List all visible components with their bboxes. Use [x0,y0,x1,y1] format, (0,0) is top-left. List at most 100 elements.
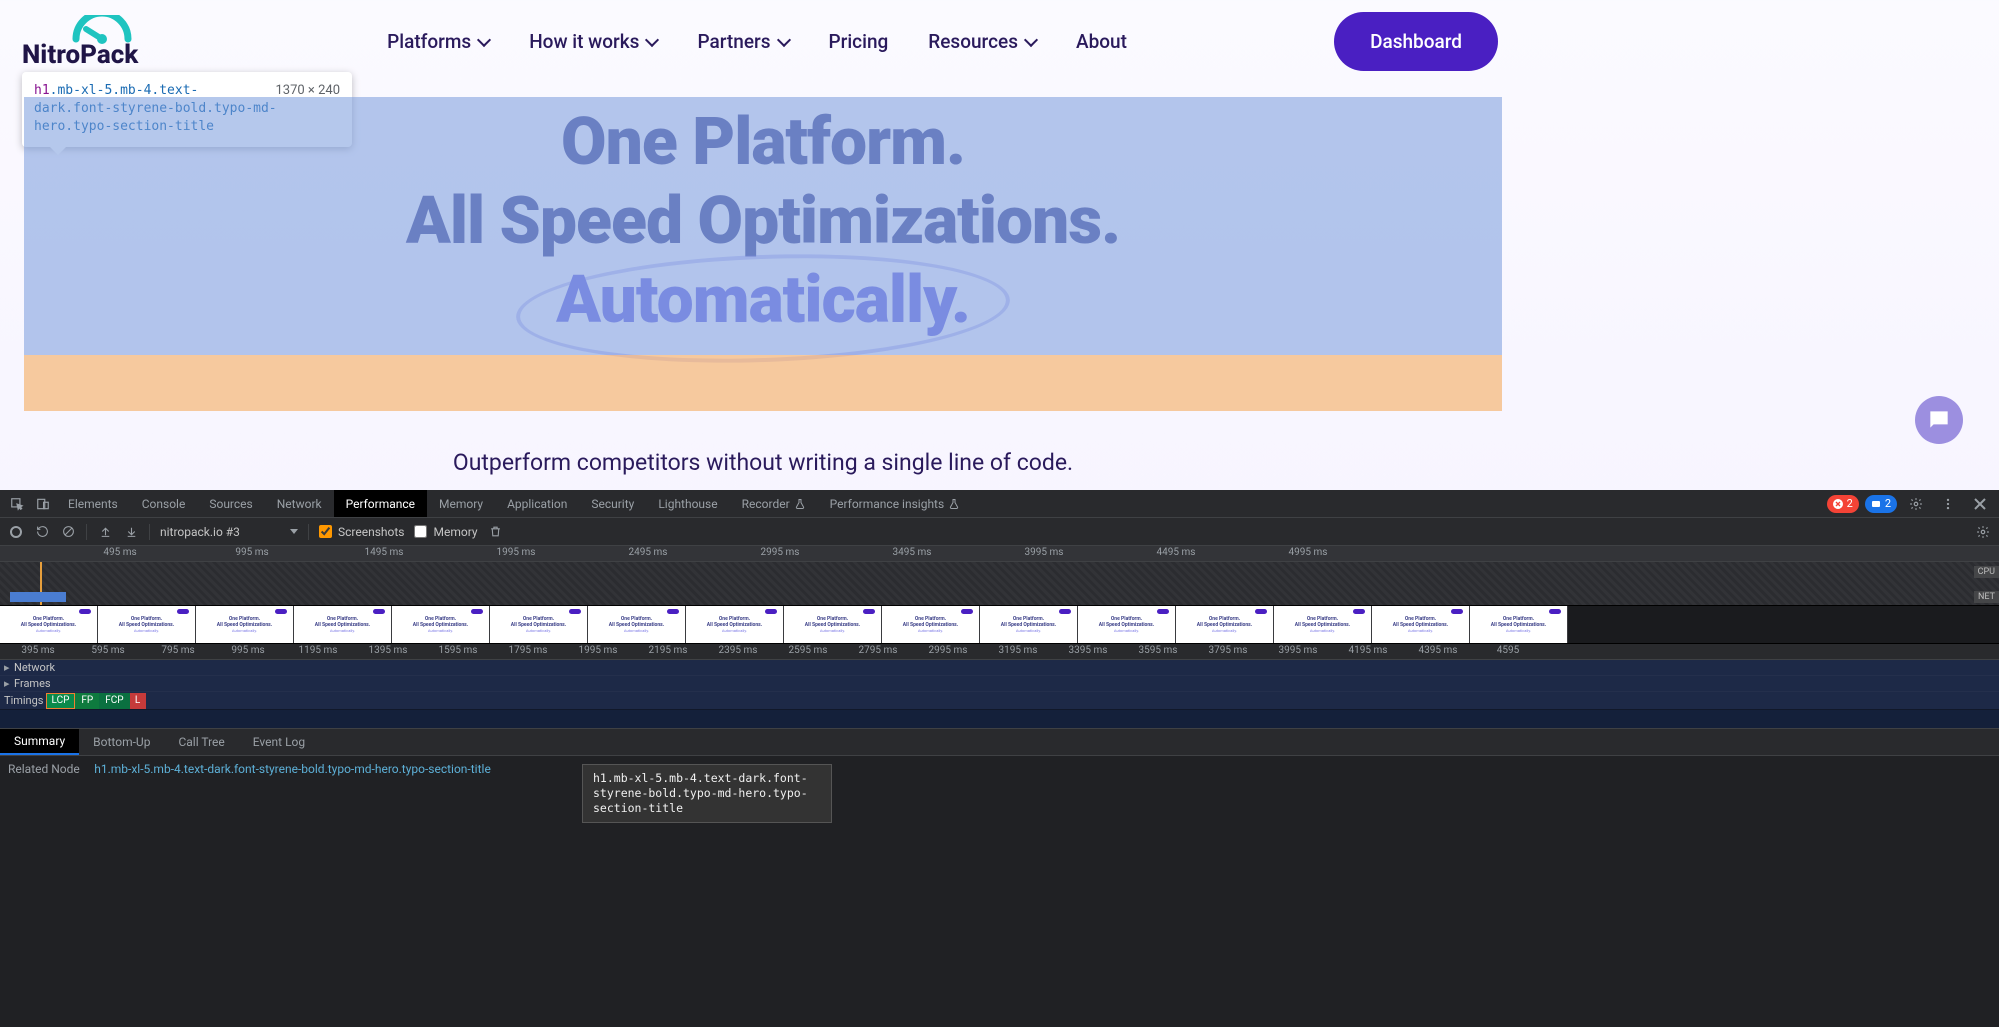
site-header: NitroPack PlatformsHow it worksPartnersP… [0,0,1526,83]
filmstrip-frame[interactable]: One Platform.All Speed Optimizations.Aut… [980,606,1078,643]
tick: 2795 ms [859,645,898,656]
tab-performance-insights[interactable]: Performance insights [818,490,973,517]
overview-ruler[interactable]: 495 ms995 ms1495 ms1995 ms2495 ms2995 ms… [0,546,1999,562]
chat-widget[interactable] [1915,396,1963,444]
tab-network[interactable]: Network [265,490,334,517]
chevron-down-icon [1024,32,1038,46]
panel-settings-icon[interactable] [1975,524,1991,540]
filmstrip-frame[interactable]: One Platform.All Speed Optimizations.Aut… [0,606,98,643]
filmstrip-frame[interactable]: One Platform.All Speed Optimizations.Aut… [196,606,294,643]
tab-security[interactable]: Security [579,490,646,517]
errors-badge[interactable]: 2 [1827,495,1859,513]
related-node-row: Related Node h1.mb-xl-5.mb-4.text-dark.f… [0,756,1999,782]
upload-icon[interactable] [97,524,113,540]
filmstrip[interactable]: One Platform.All Speed Optimizations.Aut… [0,606,1999,644]
nav-how-it-works[interactable]: How it works [529,30,657,53]
net-label: NET [1974,591,1999,603]
device-toolbar-icon[interactable] [30,490,56,517]
tab-lighthouse[interactable]: Lighthouse [646,490,729,517]
tab-performance[interactable]: Performance [334,490,427,517]
network-track[interactable]: ▸Network [0,660,1999,676]
filmstrip-frame[interactable]: One Platform.All Speed Optimizations.Aut… [1078,606,1176,643]
tick: 3395 ms [1069,645,1108,656]
detail-ruler[interactable]: 395 ms595 ms795 ms995 ms1195 ms1395 ms15… [0,644,1999,660]
details-tab-event-log[interactable]: Event Log [239,729,319,755]
tick: 4595 [1497,645,1519,656]
dashboard-button[interactable]: Dashboard [1334,12,1498,71]
filmstrip-frame[interactable]: One Platform.All Speed Optimizations.Aut… [1274,606,1372,643]
recording-selector[interactable] [160,525,280,539]
tracks[interactable]: ▸Network ▸Frames Timings LCP FP FCP L [0,660,1999,728]
frames-track[interactable]: ▸Frames [0,676,1999,692]
screenshots-checkbox[interactable]: Screenshots [319,525,404,539]
filmstrip-frame[interactable]: One Platform.All Speed Optimizations.Aut… [1470,606,1568,643]
tick: 595 ms [91,645,124,656]
tick: 995 ms [235,547,268,558]
main-nav: Platforms How it works Partners Pricing Reso… [387,30,1127,53]
more-icon[interactable] [1935,497,1961,511]
chevron-down-icon[interactable] [290,529,298,534]
clear-icon[interactable] [60,524,76,540]
tooltip-tag: h1 [34,83,50,98]
tick: 4495 ms [1157,547,1196,558]
tick: 3795 ms [1209,645,1248,656]
nav-pricing[interactable]: Pricing [829,30,889,53]
filmstrip-frame[interactable]: One Platform.All Speed Optimizations.Aut… [392,606,490,643]
tick: 2195 ms [649,645,688,656]
filmstrip-frame[interactable]: One Platform.All Speed Optimizations.Aut… [1372,606,1470,643]
fp-marker[interactable]: FP [75,693,99,709]
filmstrip-frame[interactable]: One Platform.All Speed Optimizations.Aut… [588,606,686,643]
tab-recorder[interactable]: Recorder [730,490,818,517]
settings-icon[interactable] [1903,497,1929,511]
timeline-area[interactable]: 495 ms995 ms1495 ms1995 ms2495 ms2995 ms… [0,546,1999,728]
filmstrip-frame[interactable]: One Platform.All Speed Optimizations.Aut… [784,606,882,643]
filmstrip-frame[interactable]: One Platform.All Speed Optimizations.Aut… [1176,606,1274,643]
tick: 1795 ms [509,645,548,656]
reload-icon[interactable] [34,524,50,540]
details-tab-bottom-up[interactable]: Bottom-Up [79,729,164,755]
filmstrip-frame[interactable]: One Platform.All Speed Optimizations.Aut… [882,606,980,643]
inspect-element-icon[interactable] [4,490,30,517]
filmstrip-frame[interactable]: One Platform.All Speed Optimizations.Aut… [490,606,588,643]
tick: 3995 ms [1025,547,1064,558]
nav-partners[interactable]: Partners [697,30,788,53]
details-tab-call-tree[interactable]: Call Tree [164,729,238,755]
timeline-overview[interactable]: CPU NET [0,562,1999,606]
tab-application[interactable]: Application [495,490,579,517]
nav-resources[interactable]: Resources [928,30,1036,53]
tick: 3995 ms [1279,645,1318,656]
tab-elements[interactable]: Elements [56,490,130,517]
tick: 495 ms [103,547,136,558]
tick: 4995 ms [1289,547,1328,558]
tab-console[interactable]: Console [130,490,198,517]
nav-platforms[interactable]: Platforms [387,30,489,53]
performance-toolbar: Screenshots Memory [0,518,1999,546]
download-icon[interactable] [123,524,139,540]
filmstrip-frame[interactable]: One Platform.All Speed Optimizations.Aut… [294,606,392,643]
filmstrip-frame[interactable]: One Platform.All Speed Optimizations.Aut… [98,606,196,643]
tick: 4195 ms [1349,645,1388,656]
tab-sources[interactable]: Sources [197,490,264,517]
timings-track[interactable]: Timings LCP FP FCP L [0,692,1999,710]
tab-memory[interactable]: Memory [427,490,495,517]
filmstrip-frame[interactable]: One Platform.All Speed Optimizations.Aut… [686,606,784,643]
svg-text:NitroPack: NitroPack [22,40,139,69]
details-tab-summary[interactable]: Summary [0,729,79,755]
tick: 995 ms [231,645,264,656]
lcp-marker[interactable]: LCP [46,693,76,709]
load-marker[interactable]: L [130,693,146,709]
record-icon[interactable] [8,524,24,540]
chevron-down-icon [776,32,790,46]
memory-checkbox[interactable]: Memory [414,525,477,539]
messages-badge[interactable]: 2 [1865,495,1897,513]
nav-about[interactable]: About [1076,30,1127,53]
fcp-marker[interactable]: FCP [99,693,129,709]
brand-logo[interactable]: NitroPack [22,13,180,71]
lcp-overlay-content [24,97,1502,355]
tick: 4395 ms [1419,645,1458,656]
trash-icon[interactable] [488,524,504,540]
chevron-down-icon [477,32,491,46]
related-node-link[interactable]: h1.mb-xl-5.mb-4.text-dark.font-styrene-b… [94,762,491,776]
tick: 1595 ms [439,645,478,656]
close-icon[interactable] [1967,498,1993,510]
